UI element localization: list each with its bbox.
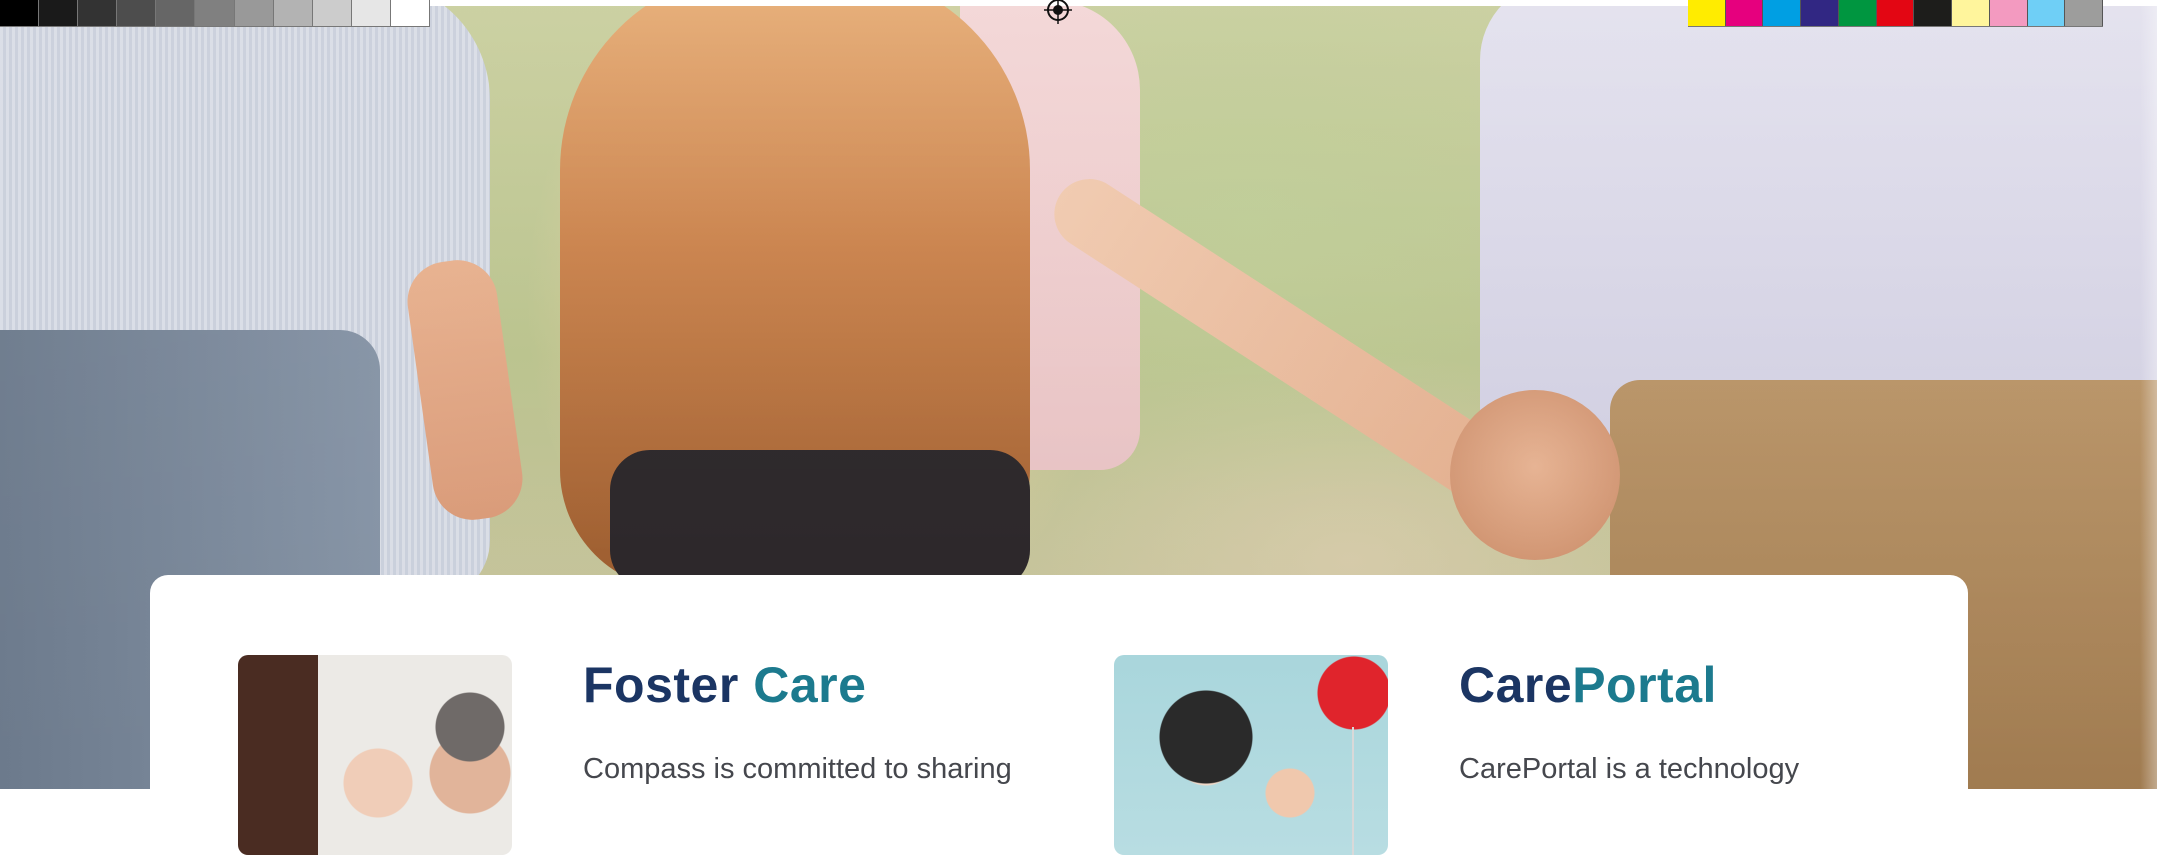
color-swatch xyxy=(1989,0,2028,26)
title-part-teal: Care xyxy=(753,657,867,713)
gray-swatch xyxy=(390,0,431,26)
color-swatch xyxy=(1952,0,1990,26)
program-description: Compass is committed to sharing xyxy=(583,753,1012,785)
gray-swatch xyxy=(234,0,274,26)
color-swatch xyxy=(1688,0,1726,26)
title-part-navy: Care xyxy=(1459,657,1573,713)
color-calibration-bar xyxy=(1688,0,2104,27)
title-part-teal: Portal xyxy=(1572,657,1717,713)
registration-mark-icon xyxy=(1044,0,1072,24)
color-swatch xyxy=(1838,0,1877,26)
color-swatch xyxy=(2027,0,2066,26)
color-swatch xyxy=(2065,0,2104,26)
color-swatch xyxy=(1801,0,1839,26)
gray-swatch xyxy=(156,0,196,26)
title-part-navy: Foster xyxy=(583,657,739,713)
gray-swatch xyxy=(117,0,157,26)
gray-swatch xyxy=(39,0,79,26)
gray-swatch xyxy=(351,0,391,26)
gray-swatch xyxy=(195,0,235,26)
careportal-photo xyxy=(1114,655,1388,855)
foster-care-photo xyxy=(238,655,512,855)
color-swatch xyxy=(1725,0,1764,26)
programs-card: Foster Care Compass is committed to shar… xyxy=(150,575,1968,855)
program-title: CarePortal xyxy=(1459,655,1717,715)
color-swatch xyxy=(1876,0,1915,26)
grayscale-calibration-bar xyxy=(0,0,431,27)
gray-swatch xyxy=(78,0,118,26)
color-swatch xyxy=(1914,0,1953,26)
gray-swatch xyxy=(0,0,40,26)
program-description: CarePortal is a technology xyxy=(1459,753,1800,785)
gray-swatch xyxy=(312,0,352,26)
page-edge xyxy=(2140,0,2157,789)
color-swatch xyxy=(1763,0,1802,26)
program-title: Foster Care xyxy=(583,655,866,715)
gray-swatch xyxy=(273,0,313,26)
balloon-string xyxy=(1352,727,1354,855)
